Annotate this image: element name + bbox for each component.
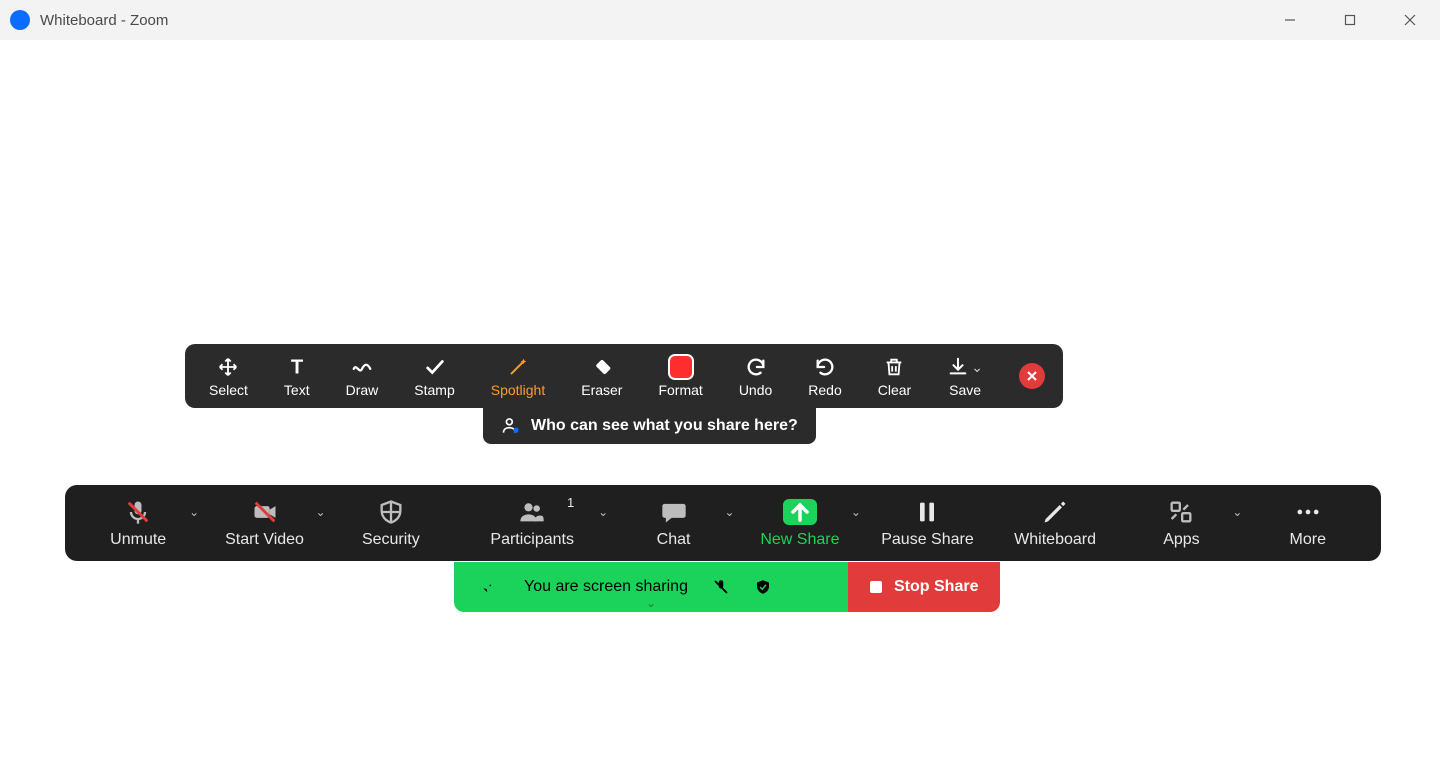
stamp-label: Stamp xyxy=(414,382,454,398)
pause-icon xyxy=(913,497,941,527)
pause-share-label: Pause Share xyxy=(881,531,974,549)
eraser-label: Eraser xyxy=(581,382,622,398)
annotation-toolbar: Select T Text Draw Stamp Spotlight Erase… xyxy=(185,344,1063,408)
pencil-icon xyxy=(1041,497,1069,527)
window-titlebar: Whiteboard - Zoom xyxy=(0,0,1440,40)
camera-off-icon xyxy=(251,497,279,527)
pin-icon xyxy=(478,579,494,595)
whiteboard-label: Whiteboard xyxy=(1014,531,1096,549)
stamp-tool[interactable]: Stamp xyxy=(396,344,472,408)
window-controls xyxy=(1260,0,1440,40)
stop-icon xyxy=(870,581,882,593)
more-button[interactable]: More xyxy=(1263,497,1353,549)
share-tip-text: Who can see what you share here? xyxy=(531,417,798,435)
select-label: Select xyxy=(209,382,248,398)
save-label: Save xyxy=(949,382,981,398)
eraser-tool[interactable]: Eraser xyxy=(563,344,640,408)
format-label: Format xyxy=(658,382,702,398)
more-label: More xyxy=(1290,531,1326,549)
minimize-button[interactable] xyxy=(1260,0,1320,40)
banner-shield-icon[interactable] xyxy=(754,578,772,596)
sharing-status-text: You are screen sharing xyxy=(524,578,688,596)
close-toolbar-button[interactable] xyxy=(1019,363,1045,389)
share-visibility-tip[interactable]: Who can see what you share here? xyxy=(483,408,816,444)
person-share-icon xyxy=(501,416,521,436)
chevron-down-icon[interactable]: ⌄ xyxy=(971,359,983,376)
clear-button[interactable]: Clear xyxy=(860,344,929,408)
chat-options-caret[interactable]: ⌄ xyxy=(724,505,734,519)
text-tool[interactable]: T Text xyxy=(266,344,328,408)
start-video-label: Start Video xyxy=(225,531,304,549)
pause-share-button[interactable]: Pause Share xyxy=(881,497,974,549)
participants-button[interactable]: 1 Participants ⌄ xyxy=(472,497,592,549)
spotlight-label: Spotlight xyxy=(491,382,545,398)
undo-label: Undo xyxy=(739,382,772,398)
draw-label: Draw xyxy=(346,382,379,398)
close-window-button[interactable] xyxy=(1380,0,1440,40)
participants-label: Participants xyxy=(490,531,574,549)
sharing-status-pill[interactable]: You are screen sharing ⌄ xyxy=(454,562,848,612)
undo-button[interactable]: Undo xyxy=(721,344,790,408)
trash-icon xyxy=(883,354,905,380)
banner-mic-muted-icon[interactable] xyxy=(712,578,730,596)
draw-icon xyxy=(351,354,373,380)
apps-icon xyxy=(1167,497,1195,527)
more-dots-icon xyxy=(1294,497,1322,527)
whiteboard-button[interactable]: Whiteboard xyxy=(1010,497,1100,549)
wand-icon xyxy=(507,354,529,380)
start-video-button[interactable]: Start Video ⌄ xyxy=(220,497,310,549)
checkmark-icon xyxy=(424,354,446,380)
banner-expand-caret[interactable]: ⌄ xyxy=(646,596,656,610)
screen-sharing-banner: You are screen sharing ⌄ Stop Share xyxy=(454,562,1000,612)
apps-button[interactable]: Apps ⌄ xyxy=(1136,497,1226,549)
undo-icon xyxy=(745,354,767,380)
microphone-muted-icon xyxy=(124,497,152,527)
svg-text:T: T xyxy=(291,356,304,378)
participants-count: 1 xyxy=(567,495,574,510)
clear-label: Clear xyxy=(878,382,911,398)
shield-icon xyxy=(377,497,405,527)
redo-button[interactable]: Redo xyxy=(790,344,859,408)
zoom-app-icon xyxy=(10,10,30,30)
unmute-options-caret[interactable]: ⌄ xyxy=(189,505,199,519)
chat-label: Chat xyxy=(657,531,691,549)
save-button[interactable]: ⌄ Save xyxy=(929,344,1001,408)
move-icon xyxy=(217,354,239,380)
eraser-icon xyxy=(591,354,613,380)
close-icon xyxy=(1026,370,1038,382)
apps-options-caret[interactable]: ⌄ xyxy=(1232,505,1242,519)
redo-icon xyxy=(814,354,836,380)
draw-tool[interactable]: Draw xyxy=(328,344,397,408)
window-title: Whiteboard - Zoom xyxy=(40,12,168,29)
redo-label: Redo xyxy=(808,382,841,398)
unmute-button[interactable]: Unmute ⌄ xyxy=(93,497,183,549)
chat-button[interactable]: Chat ⌄ xyxy=(629,497,719,549)
spotlight-tool[interactable]: Spotlight xyxy=(473,344,563,408)
maximize-button[interactable] xyxy=(1320,0,1380,40)
security-button[interactable]: Security xyxy=(346,497,436,549)
participants-options-caret[interactable]: ⌄ xyxy=(598,505,608,519)
color-swatch-icon xyxy=(668,354,694,380)
video-options-caret[interactable]: ⌄ xyxy=(315,505,325,519)
new-share-button[interactable]: New Share ⌄ xyxy=(755,497,845,549)
new-share-label: New Share xyxy=(760,531,839,549)
chat-icon xyxy=(660,497,688,527)
text-label: Text xyxy=(284,382,310,398)
apps-label: Apps xyxy=(1163,531,1199,549)
security-label: Security xyxy=(362,531,420,549)
red-glow-decoration xyxy=(960,590,986,608)
meeting-control-bar: Unmute ⌄ Start Video ⌄ Security 1 Partic… xyxy=(65,485,1381,561)
format-tool[interactable]: Format xyxy=(640,344,720,408)
unmute-label: Unmute xyxy=(110,531,166,549)
download-icon: ⌄ xyxy=(947,354,983,380)
new-share-options-caret[interactable]: ⌄ xyxy=(851,505,861,519)
people-icon xyxy=(518,497,546,527)
share-arrow-icon xyxy=(783,497,817,527)
text-icon: T xyxy=(286,354,308,380)
select-tool[interactable]: Select xyxy=(191,344,266,408)
